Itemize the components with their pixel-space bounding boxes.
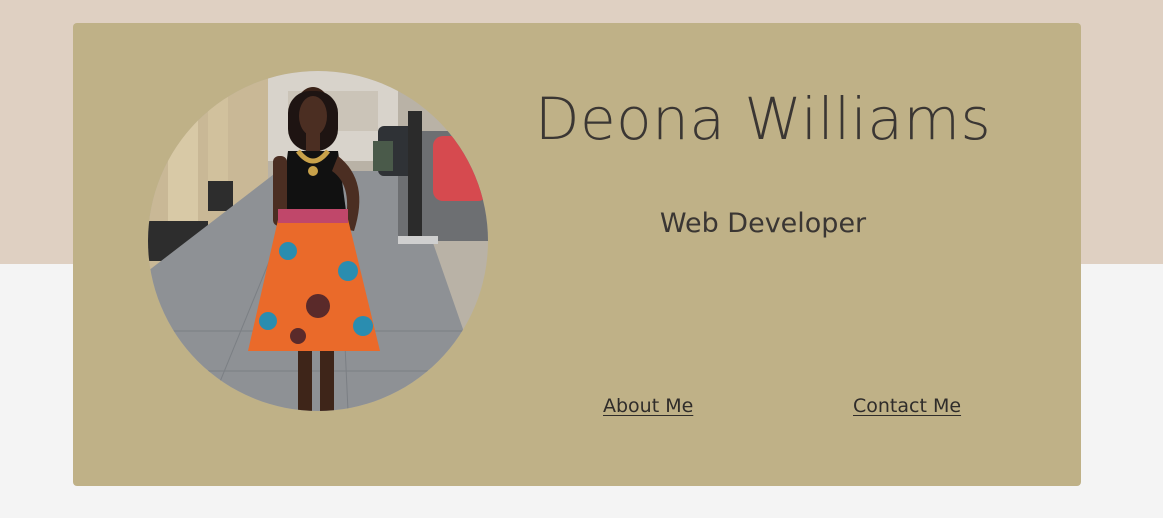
- profile-card: Deona Williams Web Developer About Me Co…: [73, 23, 1081, 486]
- profile-role: Web Developer: [659, 208, 867, 239]
- profile-name: Deona Williams: [534, 85, 992, 153]
- profile-photo-image: [148, 71, 488, 411]
- profile-photo: [148, 71, 488, 411]
- contact-me-link[interactable]: Contact Me: [853, 395, 961, 417]
- about-me-link[interactable]: About Me: [603, 395, 693, 417]
- page: Deona Williams Web Developer About Me Co…: [0, 0, 1163, 518]
